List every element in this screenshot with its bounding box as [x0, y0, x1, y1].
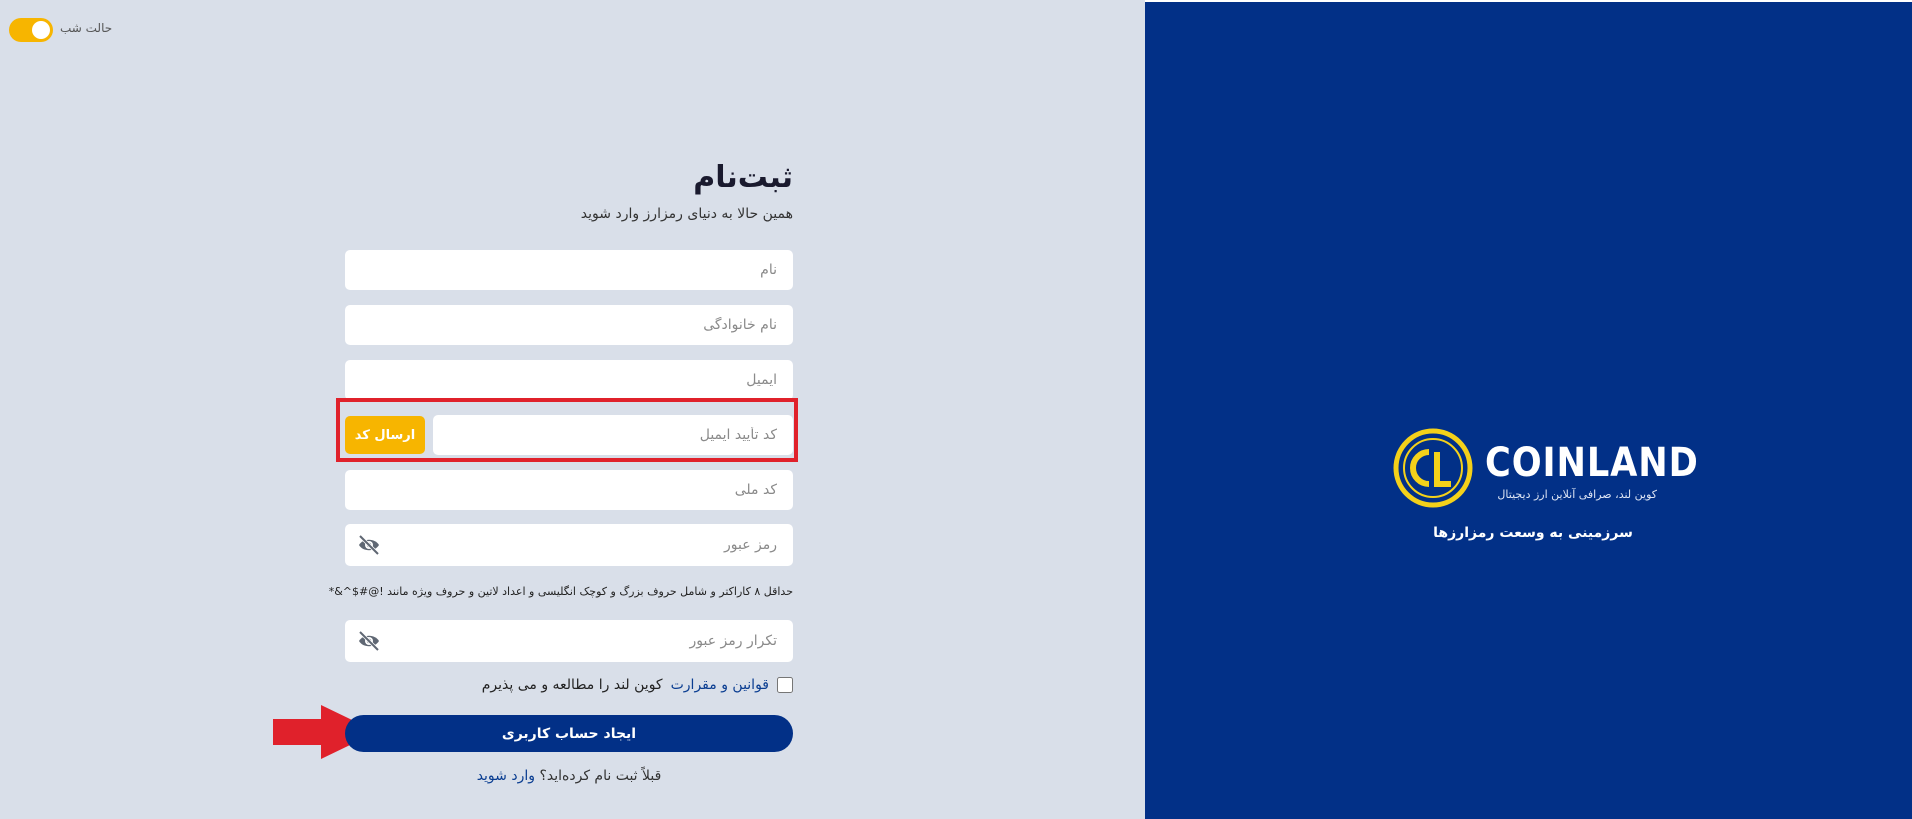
terms-text: کوین لند را مطالعه و می پذیرم	[481, 677, 663, 693]
password-hint: حداقل ۸ کاراکتر و شامل حروف بزرگ و کوچک …	[328, 585, 793, 598]
first-name-input[interactable]	[345, 250, 793, 290]
send-code-button[interactable]: ارسال کد	[345, 416, 425, 454]
form-panel: حالت شب ثبت‌نام همین حالا به دنیای رمزار…	[0, 0, 1145, 819]
night-mode-toggle[interactable]	[9, 18, 53, 42]
password-field	[345, 524, 793, 566]
terms-link[interactable]: قوانین و مقرارت	[671, 677, 769, 693]
confirm-password-input[interactable]	[345, 620, 793, 662]
brand-name: COINLAND	[1485, 440, 1699, 486]
login-prompt: قبلاً ثبت نام کرده‌اید؟ وارد شوید	[345, 768, 793, 784]
national-id-input[interactable]	[345, 470, 793, 510]
create-account-button[interactable]: ایجاد حساب کاربری	[345, 715, 793, 752]
email-code-input[interactable]	[433, 415, 793, 455]
confirm-password-field	[345, 620, 793, 662]
night-mode-label: حالت شب	[60, 21, 113, 35]
terms-checkbox[interactable]	[777, 677, 793, 693]
coinland-logo-icon	[1393, 428, 1473, 508]
login-prompt-text: قبلاً ثبت نام کرده‌اید؟	[539, 768, 662, 784]
brand-panel	[1145, 2, 1912, 819]
page-subtitle: همین حالا به دنیای رمزارز وارد شوید	[580, 206, 793, 222]
terms-row: قوانین و مقرارت کوین لند را مطالعه و می …	[482, 677, 793, 693]
eye-slash-icon[interactable]	[357, 534, 381, 556]
password-input[interactable]	[345, 524, 793, 566]
page-title: ثبت‌نام	[693, 160, 793, 195]
brand-slogan: سرزمینی به وسعت رمزارزها	[1433, 525, 1633, 541]
last-name-input[interactable]	[345, 305, 793, 345]
eye-slash-icon[interactable]	[357, 630, 381, 652]
login-link[interactable]: وارد شوید	[477, 768, 535, 784]
toggle-knob	[32, 21, 50, 39]
brand-block: COINLAND کوین لند، صرافی آنلاین ارز دیجی…	[1393, 428, 1698, 508]
brand-tagline: کوین لند، صرافی آنلاین ارز دیجیتال	[1497, 488, 1657, 501]
email-input[interactable]	[345, 360, 793, 400]
